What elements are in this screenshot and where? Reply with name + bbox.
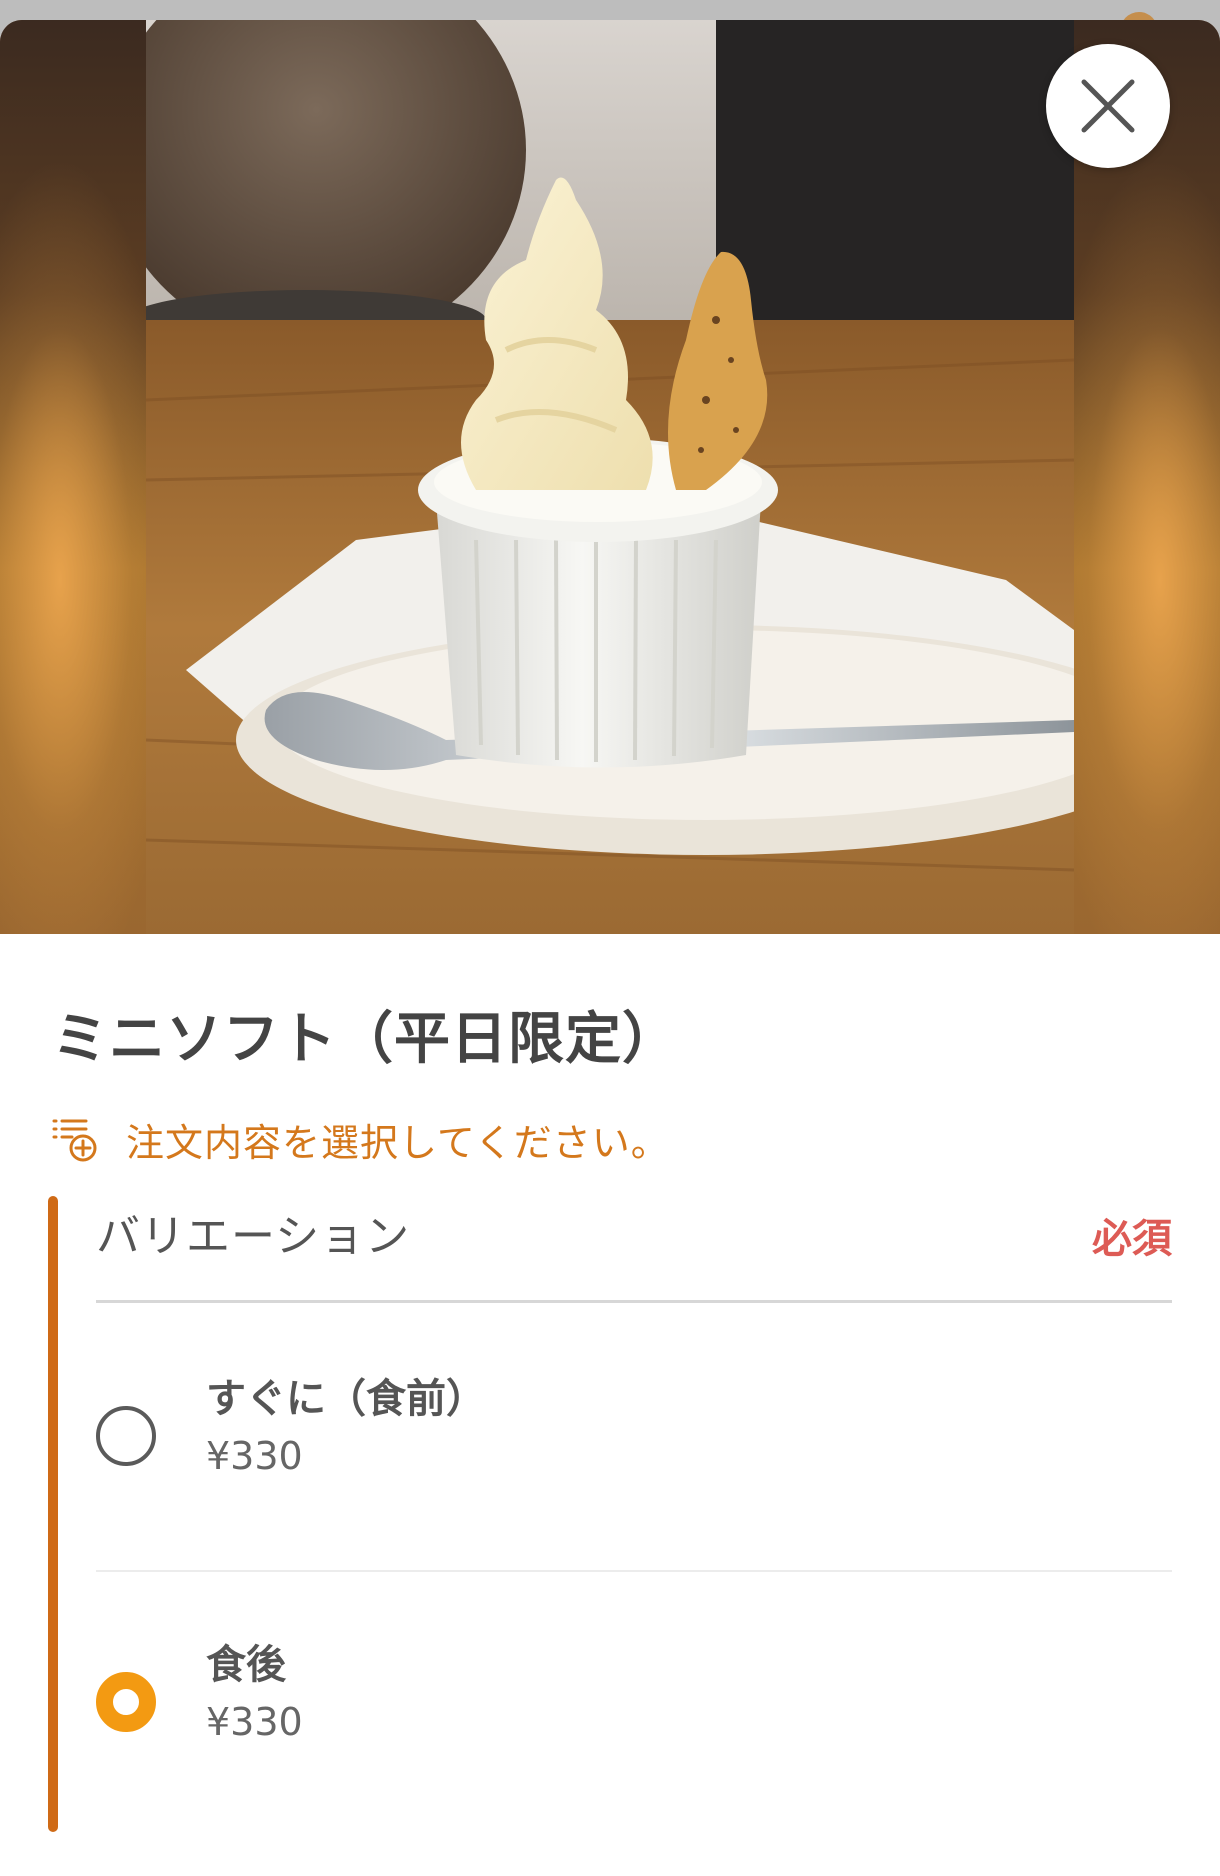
required-indicator-bar: [48, 1196, 58, 1832]
close-icon: [1081, 79, 1135, 133]
option-price: ¥330: [206, 1700, 303, 1744]
option-price: ¥330: [206, 1434, 303, 1478]
list-add-icon: [52, 1119, 97, 1161]
radio-selected[interactable]: [96, 1672, 156, 1732]
required-badge: 必須: [1092, 1216, 1172, 1262]
item-photo: [146, 20, 1074, 934]
option-name: 食後: [206, 1642, 286, 1688]
variation-header: バリエーション 必須: [96, 1196, 1172, 1303]
variation-option-after-meal[interactable]: 食後 ¥330: [96, 1572, 1172, 1836]
option-name: すぐに（食前）: [206, 1376, 486, 1422]
radio-unselected[interactable]: [96, 1406, 156, 1466]
order-notice: 注文内容を選択してください。: [52, 1112, 670, 1167]
order-notice-text: 注文内容を選択してください。: [126, 1121, 670, 1165]
close-button[interactable]: [1046, 44, 1170, 168]
variation-title: バリエーション: [96, 1211, 411, 1262]
item-photo-area: [0, 20, 1220, 934]
variation-option-group: バリエーション 必須 すぐに（食前） ¥330 食後 ¥330: [48, 1196, 1172, 1832]
item-title: ミニソフト（平日限定）: [52, 1007, 679, 1072]
variation-option-before-meal[interactable]: すぐに（食前） ¥330: [96, 1306, 1172, 1572]
item-detail-modal: ミニソフト（平日限定） 注文内容を選択してください。 バリエーション 必須 すぐ…: [0, 20, 1220, 1876]
